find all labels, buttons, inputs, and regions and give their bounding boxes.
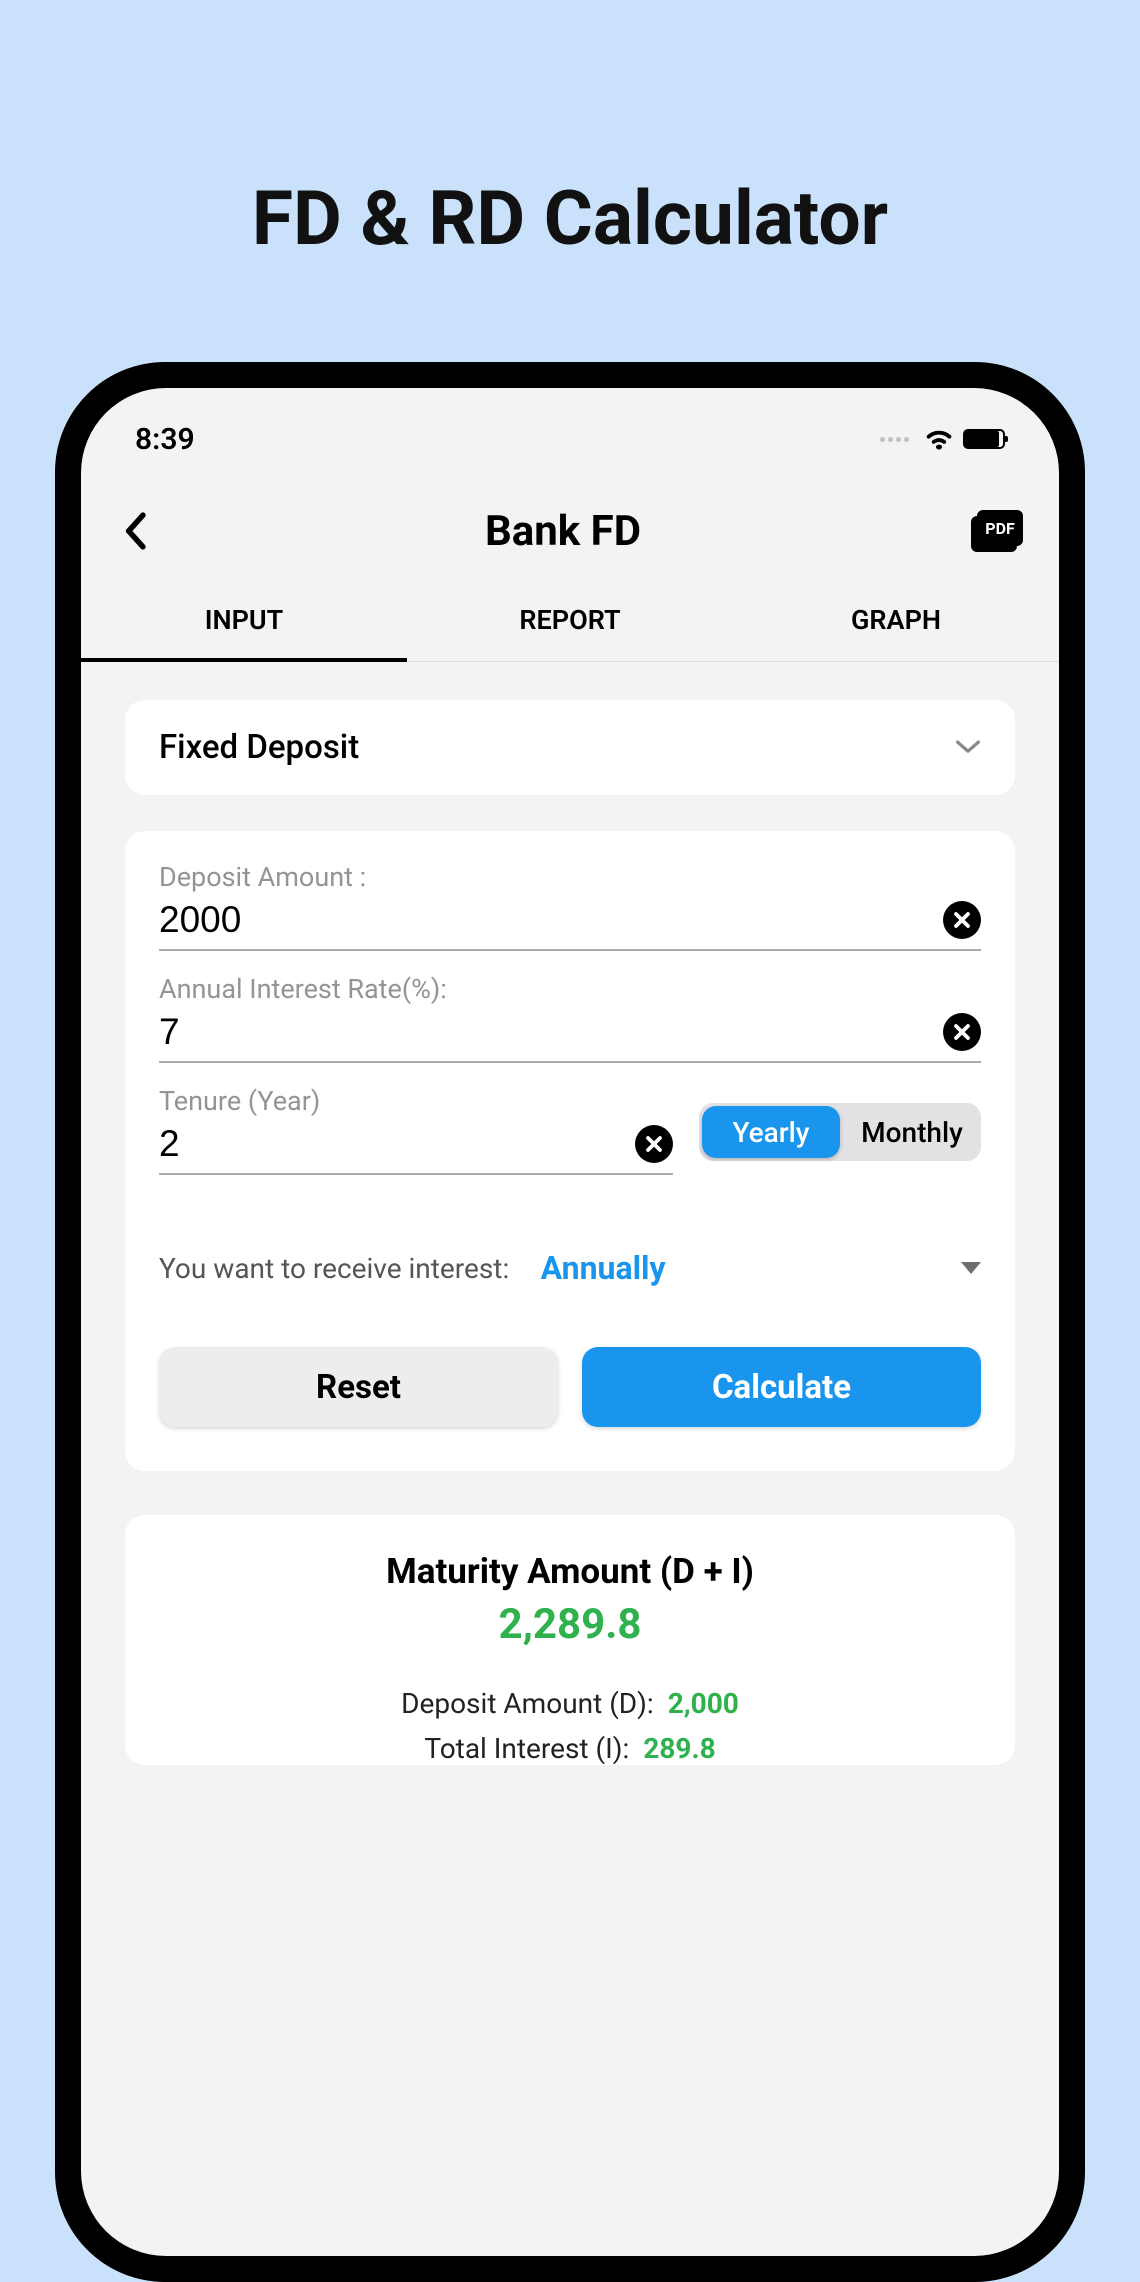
result-deposit-label: Deposit Amount (D): xyxy=(401,1687,654,1720)
tenure-yearly-option[interactable]: Yearly xyxy=(702,1106,840,1158)
deposit-type-value: Fixed Deposit xyxy=(159,728,359,767)
close-icon xyxy=(953,911,971,929)
tab-report[interactable]: REPORT xyxy=(407,580,733,661)
phone-frame: 8:39 Bank FD PDF INPUT REPORT GRAPH xyxy=(55,362,1085,2282)
reset-button[interactable]: Reset xyxy=(159,1347,558,1427)
app-header: Bank FD PDF xyxy=(81,492,1059,570)
deposit-amount-label: Deposit Amount : xyxy=(159,861,981,893)
tenure-field: Tenure (Year) xyxy=(159,1085,673,1175)
promo-title: FD & RD Calculator xyxy=(0,0,1140,263)
deposit-amount-input[interactable] xyxy=(159,899,943,941)
clear-tenure-button[interactable] xyxy=(635,1125,673,1163)
deposit-amount-field: Deposit Amount : xyxy=(159,861,981,951)
back-button[interactable] xyxy=(117,513,153,549)
maturity-value: 2,289.8 xyxy=(159,1600,981,1649)
action-buttons: Reset Calculate xyxy=(159,1347,981,1427)
maturity-title: Maturity Amount (D + I) xyxy=(159,1551,981,1592)
result-breakdown: Deposit Amount (D): 2,000 Total Interest… xyxy=(159,1687,981,1765)
status-time: 8:39 xyxy=(135,422,195,457)
wifi-icon xyxy=(925,428,953,450)
content: Fixed Deposit Deposit Amount : xyxy=(81,662,1059,1765)
tabs: INPUT REPORT GRAPH xyxy=(81,580,1059,662)
page-title: Bank FD xyxy=(153,507,973,556)
chevron-down-icon xyxy=(955,738,981,758)
interest-payout-value: Annually xyxy=(541,1249,666,1287)
clear-rate-button[interactable] xyxy=(943,1013,981,1051)
interest-payout-select[interactable]: Annually xyxy=(541,1249,981,1287)
result-interest-value: 289.8 xyxy=(643,1732,715,1765)
pdf-icon: PDF xyxy=(977,510,1023,546)
interest-rate-input[interactable] xyxy=(159,1011,943,1053)
tab-graph[interactable]: GRAPH xyxy=(733,580,1059,661)
result-interest-label: Total Interest (I): xyxy=(424,1732,629,1765)
pdf-export-button[interactable]: PDF xyxy=(973,510,1023,552)
tenure-row: Tenure (Year) Yearly Monthly xyxy=(159,1085,981,1197)
result-card: Maturity Amount (D + I) 2,289.8 Deposit … xyxy=(125,1515,1015,1765)
result-deposit-value: 2,000 xyxy=(668,1687,739,1720)
interest-rate-field: Annual Interest Rate(%): xyxy=(159,973,981,1063)
calculate-button[interactable]: Calculate xyxy=(582,1347,981,1427)
tenure-unit-toggle: Yearly Monthly xyxy=(699,1103,981,1161)
status-icons xyxy=(880,428,1005,450)
interest-payout-row: You want to receive interest: Annually xyxy=(159,1249,981,1287)
tenure-label: Tenure (Year) xyxy=(159,1085,673,1117)
battery-icon xyxy=(963,429,1005,449)
status-bar: 8:39 xyxy=(81,408,1059,470)
tenure-monthly-option[interactable]: Monthly xyxy=(843,1103,981,1161)
cellular-dots-icon xyxy=(880,437,909,442)
close-icon xyxy=(953,1023,971,1041)
tenure-input[interactable] xyxy=(159,1123,635,1165)
dropdown-icon xyxy=(961,1262,981,1274)
phone-screen: 8:39 Bank FD PDF INPUT REPORT GRAPH xyxy=(81,388,1059,2256)
clear-deposit-button[interactable] xyxy=(943,901,981,939)
tab-input[interactable]: INPUT xyxy=(81,580,407,662)
deposit-type-select[interactable]: Fixed Deposit xyxy=(125,700,1015,795)
interest-rate-label: Annual Interest Rate(%): xyxy=(159,973,981,1005)
interest-payout-label: You want to receive interest: xyxy=(159,1252,521,1285)
close-icon xyxy=(645,1135,663,1153)
form-card: Deposit Amount : Annual Interest Rate(%)… xyxy=(125,831,1015,1471)
